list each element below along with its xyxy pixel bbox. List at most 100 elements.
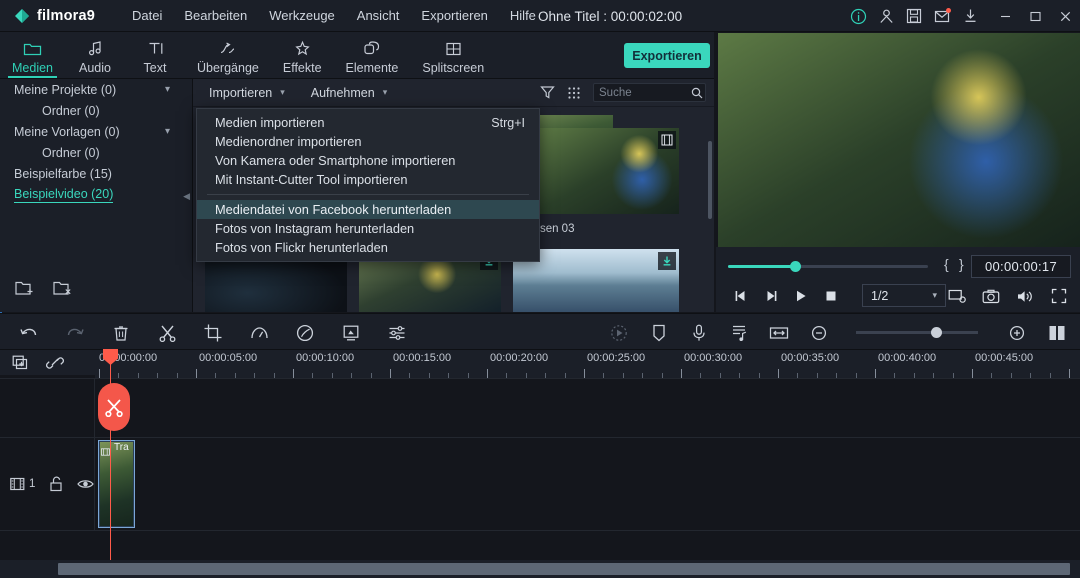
audio-mixer-icon[interactable]: [728, 322, 750, 344]
tab-text[interactable]: Text: [125, 32, 185, 78]
new-folder-icon[interactable]: [14, 279, 36, 297]
mark-out-brace-icon[interactable]: }: [959, 256, 964, 272]
minimize-button[interactable]: [990, 0, 1020, 32]
export-button[interactable]: Exportieren: [624, 43, 710, 68]
freeze-frame-icon[interactable]: [340, 322, 362, 344]
next-frame-icon[interactable]: [756, 281, 786, 311]
sidebar-item-label: Ordner (0): [42, 145, 100, 160]
menu-item-flickr-download[interactable]: Fotos von Flickr herunterladen: [197, 238, 539, 257]
save-icon[interactable]: [900, 0, 928, 32]
timeline-hscrollbar-thumb[interactable]: [58, 563, 1070, 575]
render-preview-icon[interactable]: [608, 322, 630, 344]
sidebar-item-beispielfarbe[interactable]: Beispielfarbe (15): [0, 163, 192, 184]
preview-timecode[interactable]: 00:00:00:17: [971, 255, 1071, 278]
tab-splitscreen[interactable]: Splitscreen: [410, 32, 496, 78]
fullscreen-icon[interactable]: [1044, 281, 1074, 311]
playback-speed-select[interactable]: 1/2 ▾: [862, 284, 946, 307]
account-icon[interactable]: [872, 0, 900, 32]
download-icon[interactable]: [956, 0, 984, 32]
record-dropdown-button[interactable]: Aufnehmen ▾: [295, 86, 397, 100]
search-icon[interactable]: [691, 87, 703, 99]
play-icon[interactable]: [786, 281, 816, 311]
zoom-out-icon[interactable]: [808, 322, 830, 344]
maximize-button[interactable]: [1020, 0, 1050, 32]
split-scissors-icon[interactable]: [156, 322, 178, 344]
playhead[interactable]: [103, 349, 118, 560]
mark-in-brace-icon[interactable]: {: [944, 256, 949, 272]
undo-icon[interactable]: [18, 322, 40, 344]
menu-item-facebook-download[interactable]: Mediendatei von Facebook herunterladen: [197, 200, 539, 219]
search-input[interactable]: [599, 86, 687, 99]
timeline-ruler[interactable]: 00:00:00:00 00:00:05:00 00:00:10:00 00:0…: [95, 350, 1080, 378]
film-strip-icon: [101, 443, 110, 461]
menu-item-von-kamera-importieren[interactable]: Von Kamera oder Smartphone importieren: [197, 151, 539, 170]
media-panel-scrollbar[interactable]: [708, 141, 712, 219]
transitions-icon: [218, 39, 237, 59]
scrub-knob[interactable]: [790, 261, 801, 272]
zoom-slider-knob[interactable]: [931, 326, 942, 338]
prev-frame-icon[interactable]: [726, 281, 756, 311]
redo-icon[interactable]: [64, 322, 86, 344]
stop-icon[interactable]: [816, 281, 846, 311]
fit-timeline-icon[interactable]: [768, 322, 790, 344]
download-icon[interactable]: [658, 252, 676, 270]
link-icon[interactable]: [46, 355, 64, 371]
close-button[interactable]: [1050, 0, 1080, 32]
collapse-panel-icon[interactable]: ◀: [183, 191, 190, 202]
timeline-clip[interactable]: Tra: [98, 440, 135, 528]
menu-item-medienordner-importieren[interactable]: Medienordner importieren: [197, 132, 539, 151]
tab-effekte[interactable]: Effekte: [271, 32, 334, 78]
import-dropdown-button[interactable]: Importieren ▾: [193, 86, 295, 100]
menu-bearbeiten[interactable]: Bearbeiten: [173, 3, 258, 28]
menu-item-medien-importieren[interactable]: Medien importieren Strg+I: [197, 113, 539, 132]
color-icon[interactable]: [294, 322, 316, 344]
delete-folder-icon[interactable]: [52, 279, 74, 297]
timeline-hscrollbar[interactable]: [0, 560, 1080, 578]
scrub-row: { } 00:00:00:17: [716, 253, 1080, 279]
speed-icon[interactable]: [248, 322, 270, 344]
menu-werkzeuge[interactable]: Werkzeuge: [258, 3, 346, 28]
delete-icon[interactable]: [110, 322, 132, 344]
snapshot-camera-icon[interactable]: [976, 281, 1006, 311]
sidebar-item-meine-vorlagen[interactable]: Meine Vorlagen (0) ▾: [0, 121, 192, 142]
tab-uebergaenge[interactable]: Übergänge: [185, 32, 271, 78]
menu-item-instagram-download[interactable]: Fotos von Instagram herunterladen: [197, 219, 539, 238]
ruler-tick-major: [390, 369, 391, 378]
tab-audio[interactable]: Audio: [65, 32, 125, 78]
sidebar-item-beispielvideo[interactable]: Beispielvideo (20): [0, 184, 192, 205]
track-divider: [0, 378, 1080, 379]
toggle-panels-icon[interactable]: [1046, 322, 1068, 344]
preview-video[interactable]: [718, 33, 1080, 247]
filter-icon[interactable]: [540, 85, 555, 100]
menu-datei[interactable]: Datei: [121, 3, 173, 28]
chevron-down-icon[interactable]: ▾: [165, 84, 170, 95]
volume-icon[interactable]: [1010, 281, 1040, 311]
info-icon[interactable]: [844, 0, 872, 32]
crop-icon[interactable]: [202, 322, 224, 344]
tab-medien[interactable]: Medien: [0, 32, 65, 78]
eye-icon[interactable]: [77, 478, 95, 490]
grid-view-icon[interactable]: [567, 86, 581, 100]
screen-settings-icon[interactable]: [942, 281, 972, 311]
zoom-in-icon[interactable]: [1006, 322, 1028, 344]
media-thumbnail-item-selected[interactable]: [537, 128, 679, 214]
scrub-slider[interactable]: [728, 261, 928, 272]
sidebar-item-meine-projekte[interactable]: Meine Projekte (0) ▾: [0, 79, 192, 100]
unlock-icon[interactable]: [49, 476, 63, 492]
sidebar-item-ordner-vorlagen[interactable]: Ordner (0): [0, 142, 192, 163]
voiceover-mic-icon[interactable]: [688, 322, 710, 344]
tab-elemente[interactable]: Elemente: [334, 32, 411, 78]
chevron-down-icon: ▾: [932, 290, 937, 300]
mail-icon[interactable]: [928, 0, 956, 32]
search-box[interactable]: [593, 83, 706, 102]
add-track-icon[interactable]: [12, 355, 30, 371]
menu-exportieren[interactable]: Exportieren: [410, 3, 498, 28]
menu-item-instant-cutter-importieren[interactable]: Mit Instant-Cutter Tool importieren: [197, 170, 539, 189]
timeline-zoom-slider[interactable]: [848, 325, 988, 341]
adjust-sliders-icon[interactable]: [386, 322, 408, 344]
timeline-toolbar-right: [608, 314, 1068, 351]
menu-ansicht[interactable]: Ansicht: [346, 3, 411, 28]
chevron-down-icon[interactable]: ▾: [165, 126, 170, 137]
sidebar-item-ordner-projekte[interactable]: Ordner (0): [0, 100, 192, 121]
marker-icon[interactable]: [648, 322, 670, 344]
